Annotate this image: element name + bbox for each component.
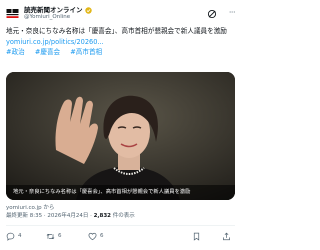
yomiuri-logo-icon[interactable] [6, 8, 19, 19]
hashtag[interactable]: #政治 [6, 48, 25, 56]
repost-count: 6 [58, 233, 62, 239]
repost-button[interactable]: 6 [46, 230, 62, 242]
link-source[interactable]: yomiuri.co.jp から [6, 203, 54, 211]
share-icon [223, 232, 230, 240]
hashtag-list: #政治 #慶喜会 #高市首相 [6, 47, 238, 58]
hashtag[interactable]: #高市首相 [70, 48, 102, 56]
grok-icon[interactable] [207, 9, 217, 19]
display-name[interactable]: 読売新聞オンライン [24, 6, 83, 14]
views-count: 2,832 [93, 213, 111, 219]
like-count: 6 [100, 233, 104, 239]
article-link[interactable]: yomiuri.co.jp/politics/20260... [6, 37, 238, 48]
image-caption: 地元・奈良にちなみ名称は「慶喜会」、高市首相が懇親会で新人議員を激励 [6, 185, 235, 200]
divider [6, 225, 235, 226]
more-options-icon[interactable]: ··· [229, 8, 236, 18]
gold-verified-icon [84, 6, 92, 14]
link-card-image[interactable]: 地元・奈良にちなみ名称は「慶喜会」、高市首相が懇親会で新人議員を激励 [6, 72, 235, 200]
account-names[interactable]: 読売新聞オンライン @Yomiuri_Online [24, 6, 92, 21]
speaker-photo [6, 72, 235, 200]
heart-icon [88, 232, 97, 240]
action-bar: 4 6 6 [6, 230, 235, 242]
views-label: 件の表示 [111, 213, 135, 219]
tweet-text: 地元・奈良にちなみ名称は「慶喜会」、高市首相が懇親会で新人議員を激励 [6, 27, 227, 35]
tweet-body: 地元・奈良にちなみ名称は「慶喜会」、高市首相が懇親会で新人議員を激励 yomiu… [6, 26, 238, 58]
account-handle[interactable]: @Yomiuri_Online [24, 14, 92, 21]
tweet-meta: 最終更新 8:35 · 2026年4月24日 · 2,832 件の表示 [6, 212, 135, 220]
bookmark-icon [193, 232, 200, 241]
like-button[interactable]: 6 [88, 230, 104, 242]
hashtag[interactable]: #慶喜会 [35, 48, 60, 56]
bookmark-button[interactable] [192, 230, 201, 242]
reply-count: 4 [18, 233, 22, 239]
tweet-header: 読売新聞オンライン @Yomiuri_Online ··· [6, 6, 236, 22]
repost-icon [46, 233, 55, 239]
reply-icon [6, 232, 15, 241]
share-button[interactable] [222, 230, 231, 242]
timestamp[interactable]: 最終更新 8:35 · 2026年4月24日 · [6, 213, 94, 219]
reply-button[interactable]: 4 [6, 230, 22, 242]
